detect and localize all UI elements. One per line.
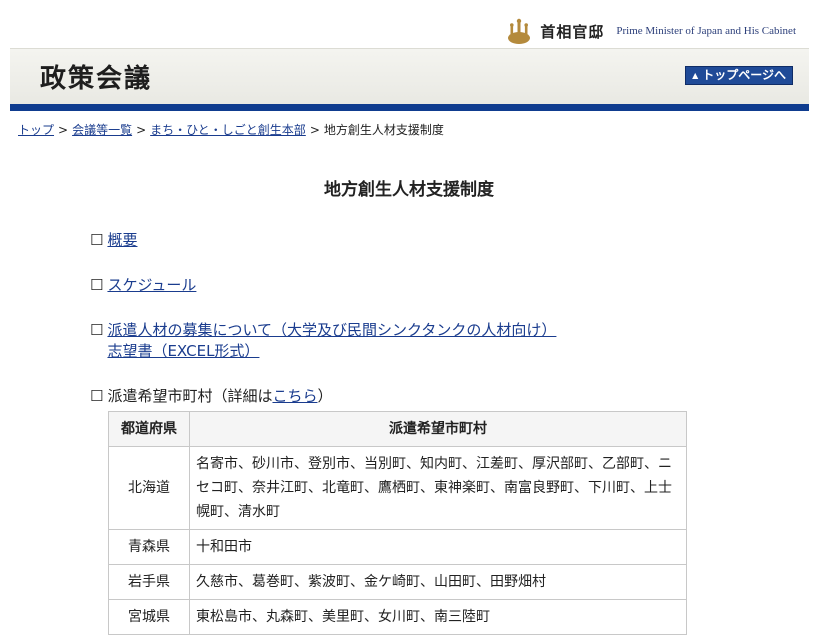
recruit-link[interactable]: 派遣人材の募集について（大学及び民間シンクタンクの人材向け） bbox=[107, 320, 556, 341]
content-list: ☐ 概要 ☐ スケジュール ☐ 派遣人材の募集について（大学及び民間シンクタンク… bbox=[90, 230, 818, 407]
breadcrumb-separator: > bbox=[58, 123, 69, 137]
application-form-link[interactable]: 志望書（EXCEL形式） bbox=[107, 341, 556, 362]
breadcrumb-honbu-link[interactable]: まち・ひと・しごと創生本部 bbox=[150, 123, 306, 137]
square-bullet-icon: ☐ bbox=[90, 231, 104, 249]
municipalities-table: 都道府県 派遣希望市町村 北海道 名寄市、砂川市、登別市、当別町、知内町、江差町… bbox=[108, 411, 687, 635]
municipalities-label: 派遣希望市町村（詳細は bbox=[107, 387, 273, 405]
table-row: 宮城県 東松島市、丸森町、美里町、女川町、南三陸町 bbox=[108, 599, 687, 635]
breadcrumb-current: 地方創生人材支援制度 bbox=[323, 123, 444, 137]
table-header-row: 都道府県 派遣希望市町村 bbox=[108, 411, 687, 447]
prefecture-cell: 岩手県 bbox=[108, 564, 190, 600]
kantei-logo[interactable]: 首相官邸 Prime Minister of Japan and His Cab… bbox=[504, 17, 796, 45]
details-link[interactable]: こちら bbox=[272, 387, 317, 405]
breadcrumb-top-link[interactable]: トップ bbox=[18, 123, 54, 137]
prefecture-cell: 青森県 bbox=[108, 529, 190, 565]
paulownia-emblem-icon bbox=[508, 18, 531, 44]
logo-english-text: Prime Minister of Japan and His Cabinet bbox=[616, 25, 796, 37]
top-page-button[interactable]: ▲ トップページへ bbox=[685, 66, 793, 85]
prefecture-cell: 宮城県 bbox=[108, 599, 190, 635]
municipalities-label-end: ） bbox=[317, 387, 333, 405]
column-header-prefecture: 都道府県 bbox=[108, 411, 190, 447]
gaiyou-link[interactable]: 概要 bbox=[107, 231, 137, 249]
square-bullet-icon: ☐ bbox=[90, 321, 104, 339]
table-row: 岩手県 久慈市、葛巻町、紫波町、金ケ崎町、山田町、田野畑村 bbox=[108, 564, 687, 600]
schedule-link[interactable]: スケジュール bbox=[107, 276, 196, 294]
breadcrumb-separator: > bbox=[136, 123, 147, 137]
triangle-up-icon: ▲ bbox=[692, 71, 699, 80]
breadcrumb-separator: > bbox=[309, 123, 320, 137]
site-topbar: 首相官邸 Prime Minister of Japan and His Cab… bbox=[0, 0, 818, 48]
logo-japanese-text: 首相官邸 bbox=[540, 22, 605, 41]
municipalities-cell: 東松島市、丸森町、美里町、女川町、南三陸町 bbox=[189, 599, 687, 635]
prefecture-cell: 北海道 bbox=[108, 446, 190, 530]
section-header: 政策会議 ▲ トップページへ bbox=[10, 48, 809, 104]
top-page-button-label: トップページへ bbox=[702, 68, 786, 82]
square-bullet-icon: ☐ bbox=[90, 276, 104, 294]
list-item-schedule: ☐ スケジュール bbox=[90, 275, 818, 296]
breadcrumb-meetings-link[interactable]: 会議等一覧 bbox=[72, 123, 132, 137]
column-header-municipalities: 派遣希望市町村 bbox=[189, 411, 687, 447]
header-divider bbox=[10, 104, 809, 111]
municipalities-cell: 十和田市 bbox=[189, 529, 687, 565]
square-bullet-icon: ☐ bbox=[90, 387, 104, 405]
municipalities-cell: 名寄市、砂川市、登別市、当別町、知内町、江差町、厚沢部町、乙部町、ニセコ町、奈井… bbox=[189, 446, 687, 530]
municipalities-cell: 久慈市、葛巻町、紫波町、金ケ崎町、山田町、田野畑村 bbox=[189, 564, 687, 600]
table-row: 北海道 名寄市、砂川市、登別市、当別町、知内町、江差町、厚沢部町、乙部町、ニセコ… bbox=[108, 446, 687, 530]
list-item-municipalities: ☐ 派遣希望市町村（詳細はこちら） bbox=[90, 386, 818, 407]
breadcrumb: トップ > 会議等一覧 > まち・ひと・しごと創生本部 > 地方創生人材支援制度 bbox=[18, 121, 818, 138]
list-item-recruit: ☐ 派遣人材の募集について（大学及び民間シンクタンクの人材向け） 志望書（EXC… bbox=[90, 320, 818, 362]
list-item-gaiyou: ☐ 概要 bbox=[90, 230, 818, 251]
section-title: 政策会議 bbox=[40, 64, 153, 94]
page-title: 地方創生人材支援制度 bbox=[324, 180, 494, 200]
table-row: 青森県 十和田市 bbox=[108, 529, 687, 565]
